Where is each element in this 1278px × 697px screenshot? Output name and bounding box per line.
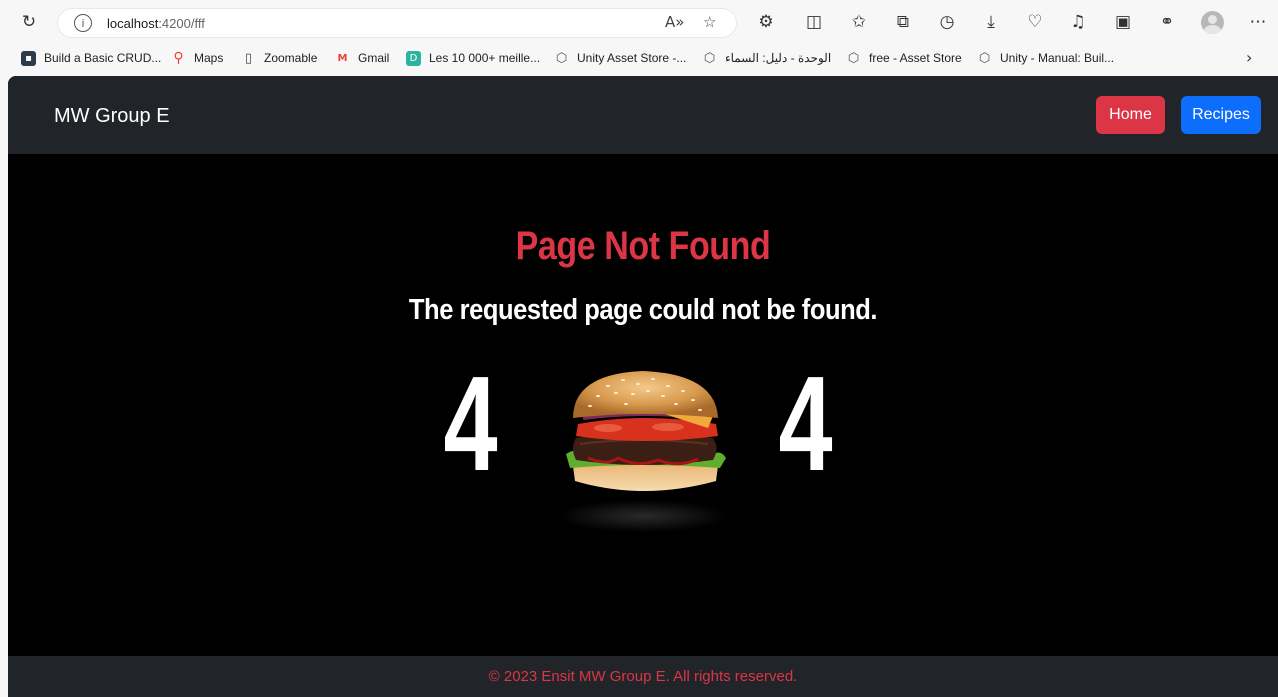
bookmark-zoomable[interactable]: ▯ Zoomable [241, 50, 317, 66]
footer: © 2023 Ensit MW Group E. All rights rese… [8, 656, 1278, 697]
burger-image [558, 371, 728, 532]
digit-four-right: 4 [778, 348, 833, 499]
navbar-brand[interactable]: MW Group E [54, 105, 170, 128]
collections-icon[interactable]: ⧉ [889, 8, 917, 36]
app-icon: ▪ [21, 50, 36, 66]
unity-icon: ⬡ [978, 50, 991, 66]
d-icon: D [406, 50, 421, 66]
favorite-star-icon[interactable]: ☆ [703, 13, 716, 31]
browser-chrome: ↻ i localhost:4200/fff A» ☆ ⚙ ◫ ✩ ⧉ ◷ ⤓ … [0, 0, 1278, 76]
chevron-right-icon[interactable]: › [1246, 48, 1252, 67]
bookmark-les-10000[interactable]: D Les 10 000+ meille... [406, 50, 540, 66]
bookmark-label: Gmail [358, 51, 390, 65]
screenshot-icon[interactable]: ▣ [1109, 8, 1137, 36]
bookmark-label: free - Asset Store [869, 51, 962, 65]
bookmark-free-asset-store[interactable]: ⬡ free - Asset Store [846, 50, 962, 66]
extensions-icon[interactable]: ⚙ [752, 8, 780, 36]
recipes-button[interactable]: Recipes [1181, 96, 1261, 134]
notifications-icon[interactable]: ♫ [1064, 8, 1092, 36]
unity-icon: ⬡ [555, 50, 568, 66]
read-aloud-icon[interactable]: A» [665, 13, 684, 31]
gmail-icon: M [337, 52, 348, 64]
site-info-icon[interactable]: i [74, 14, 92, 32]
document-icon: ▯ [244, 50, 253, 66]
copilot-icon[interactable]: ⚭ [1153, 8, 1181, 36]
more-menu-icon[interactable]: ⋯ [1244, 8, 1272, 36]
browser-toolbar: ↻ i localhost:4200/fff A» ☆ ⚙ ◫ ✩ ⧉ ◷ ⤓ … [0, 0, 1278, 44]
bookmark-label: Zoomable [264, 51, 318, 65]
maps-pin-icon: ⚲ [173, 50, 184, 66]
bookmark-label: Unity - Manual: Buil... [1000, 51, 1115, 65]
bookmark-label: Build a Basic CRUD... [44, 51, 162, 65]
navbar: MW Group E Home Recipes [8, 76, 1278, 154]
bookmark-label: Maps [194, 51, 224, 65]
page-subtitle: The requested page could not be found. [408, 294, 878, 326]
bookmark-unity-arabic[interactable]: ⬡ الوحدة - دليل: السماء [702, 50, 831, 66]
bookmark-gmail[interactable]: M Gmail [335, 50, 390, 66]
bookmark-unity-asset-store[interactable]: ⬡ Unity Asset Store -... [554, 50, 687, 66]
bookmark-unity-manual[interactable]: ⬡ Unity - Manual: Buil... [977, 50, 1114, 66]
bookmark-build-crud[interactable]: ▪ Build a Basic CRUD... [21, 50, 161, 66]
unity-icon: ⬡ [847, 50, 860, 66]
url-path: :4200/fff [158, 16, 205, 31]
bookmarks-bar: ▪ Build a Basic CRUD... ⚲ Maps ▯ Zoomable M… [0, 44, 1278, 72]
downloads-icon[interactable]: ⤓ [977, 8, 1005, 36]
home-button[interactable]: Home [1096, 96, 1165, 134]
unity-icon: ⬡ [703, 50, 716, 66]
url-host: localhost [107, 16, 159, 31]
split-screen-icon[interactable]: ◫ [800, 8, 828, 36]
favorites-icon[interactable]: ✩ [845, 8, 873, 36]
digit-four-left: 4 [443, 348, 498, 499]
bookmark-label: Unity Asset Store -... [577, 51, 687, 65]
refresh-icon[interactable]: ↻ [15, 8, 43, 36]
bookmark-label: الوحدة - دليل: السماء [725, 51, 832, 65]
profile-avatar[interactable] [1201, 11, 1224, 34]
page-viewport: MW Group E Home Recipes Page Not Found T… [8, 76, 1278, 697]
bookmark-maps[interactable]: ⚲ Maps [171, 50, 223, 66]
browser-essentials-icon[interactable]: ♡ [1021, 8, 1049, 36]
url-text: localhost:4200/fff [107, 16, 205, 31]
page-title: Page Not Found [515, 224, 771, 268]
history-icon[interactable]: ◷ [933, 8, 961, 36]
address-bar[interactable]: i localhost:4200/fff A» ☆ [57, 8, 737, 38]
bookmark-label: Les 10 000+ meille... [429, 51, 541, 65]
footer-copyright: © 2023 Ensit MW Group E. All rights rese… [488, 668, 798, 685]
